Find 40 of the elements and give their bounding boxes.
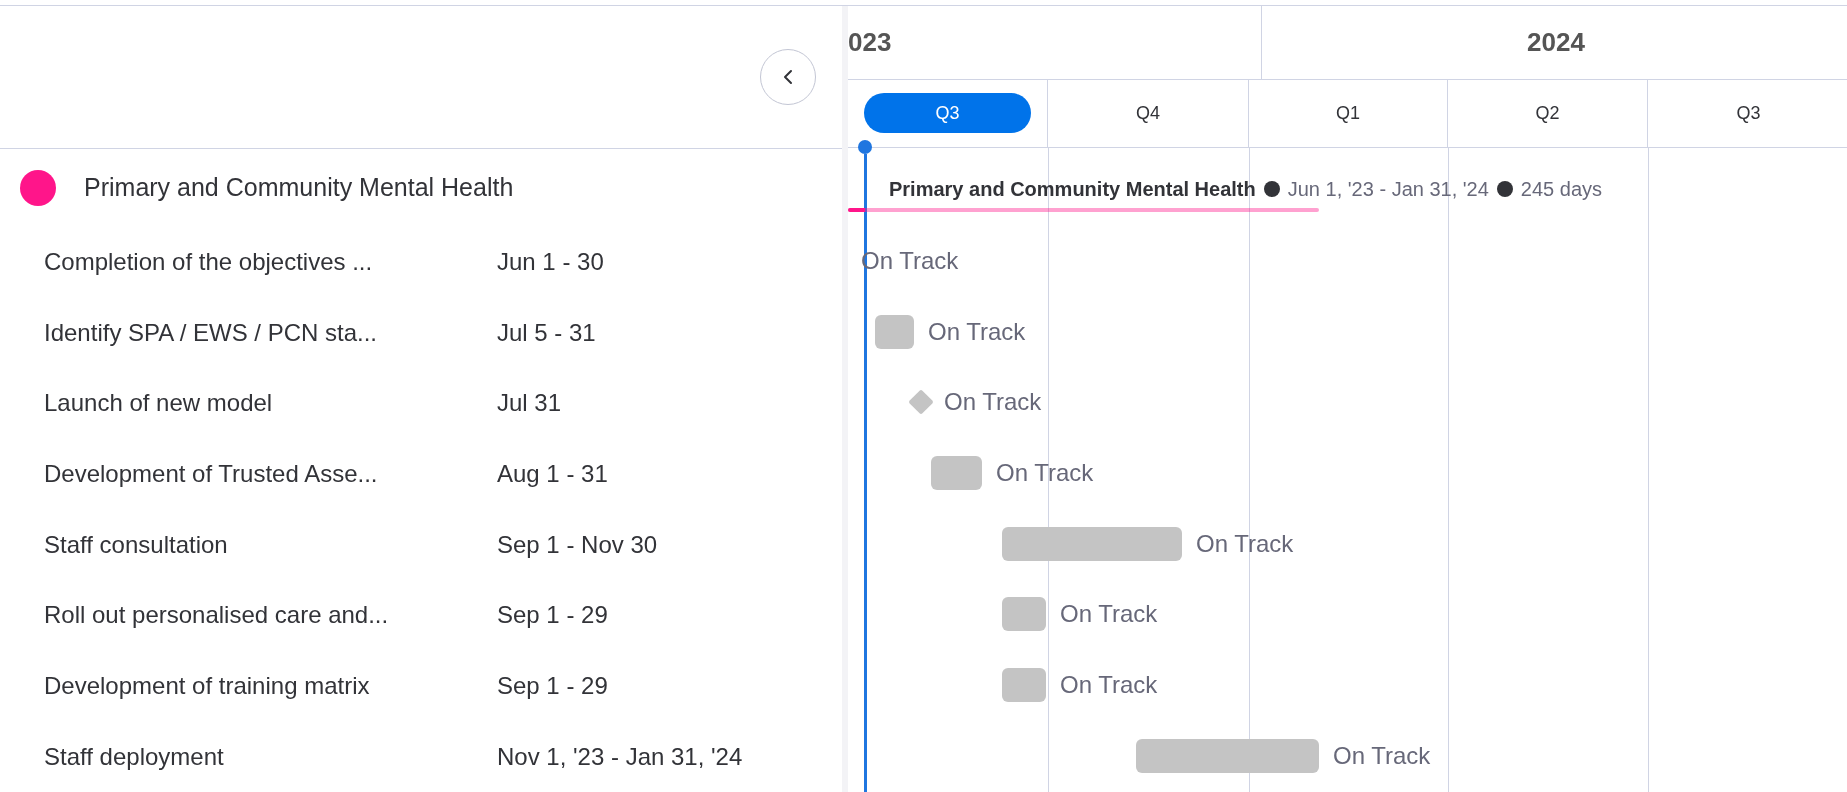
task-name: Staff deployment	[44, 741, 225, 772]
task-name: Roll out personalised care and...	[44, 600, 390, 631]
status-label: On Track	[944, 387, 1042, 418]
task-name: Staff consultation	[44, 529, 229, 560]
quarter-tab[interactable]: Q3	[864, 93, 1031, 133]
status-label: On Track	[996, 457, 1094, 488]
task-name: Launch of new model	[44, 388, 274, 419]
task-dates: Sep 1 - Nov 30	[497, 529, 658, 560]
task-dates: Nov 1, '23 - Jan 31, '24	[497, 741, 743, 772]
group-timeline-title: Primary and Community Mental Health	[889, 176, 1256, 202]
timeline-bar[interactable]	[1002, 667, 1046, 702]
quarter-tab[interactable]: Q4	[1064, 93, 1232, 133]
year-label: 023	[848, 25, 892, 59]
group-date-range: Jun 1, '23 - Jan 31, '24	[1287, 176, 1489, 202]
year-label: 2024	[1527, 25, 1585, 59]
status-label: On Track	[1333, 740, 1431, 771]
timeline-bar[interactable]	[931, 455, 982, 490]
task-name: Completion of the objectives ...	[44, 246, 374, 277]
group-duration: 245 days	[1520, 176, 1603, 202]
task-name: Development of Trusted Asse...	[44, 458, 379, 489]
task-name: Identify SPA / EWS / PCN sta...	[44, 317, 378, 348]
task-dates: Jul 5 - 31	[497, 317, 596, 348]
quarter-tab[interactable]: Q3	[1664, 93, 1833, 133]
status-label: On Track	[1060, 669, 1158, 700]
status-label: On Track	[1196, 528, 1294, 559]
timeline-bar[interactable]	[1136, 738, 1319, 773]
task-dates: Sep 1 - 29	[497, 670, 608, 701]
timeline-bar[interactable]	[875, 314, 914, 349]
task-name: Development of training matrix	[44, 670, 371, 701]
quarter-tab[interactable]: Q2	[1464, 93, 1631, 133]
timeline-bar[interactable]	[1002, 526, 1182, 561]
task-dates: Jun 1 - 30	[497, 246, 604, 277]
task-dates: Jul 31	[497, 388, 562, 419]
task-dates: Sep 1 - 29	[497, 600, 608, 631]
status-label: On Track	[928, 316, 1026, 347]
status-label: On Track	[1060, 599, 1158, 630]
timeline-bar[interactable]	[1002, 597, 1046, 632]
quarter-tab[interactable]: Q1	[1265, 93, 1431, 133]
task-dates: Aug 1 - 31	[497, 458, 608, 489]
group-name: Primary and Community Mental Health	[84, 171, 514, 203]
